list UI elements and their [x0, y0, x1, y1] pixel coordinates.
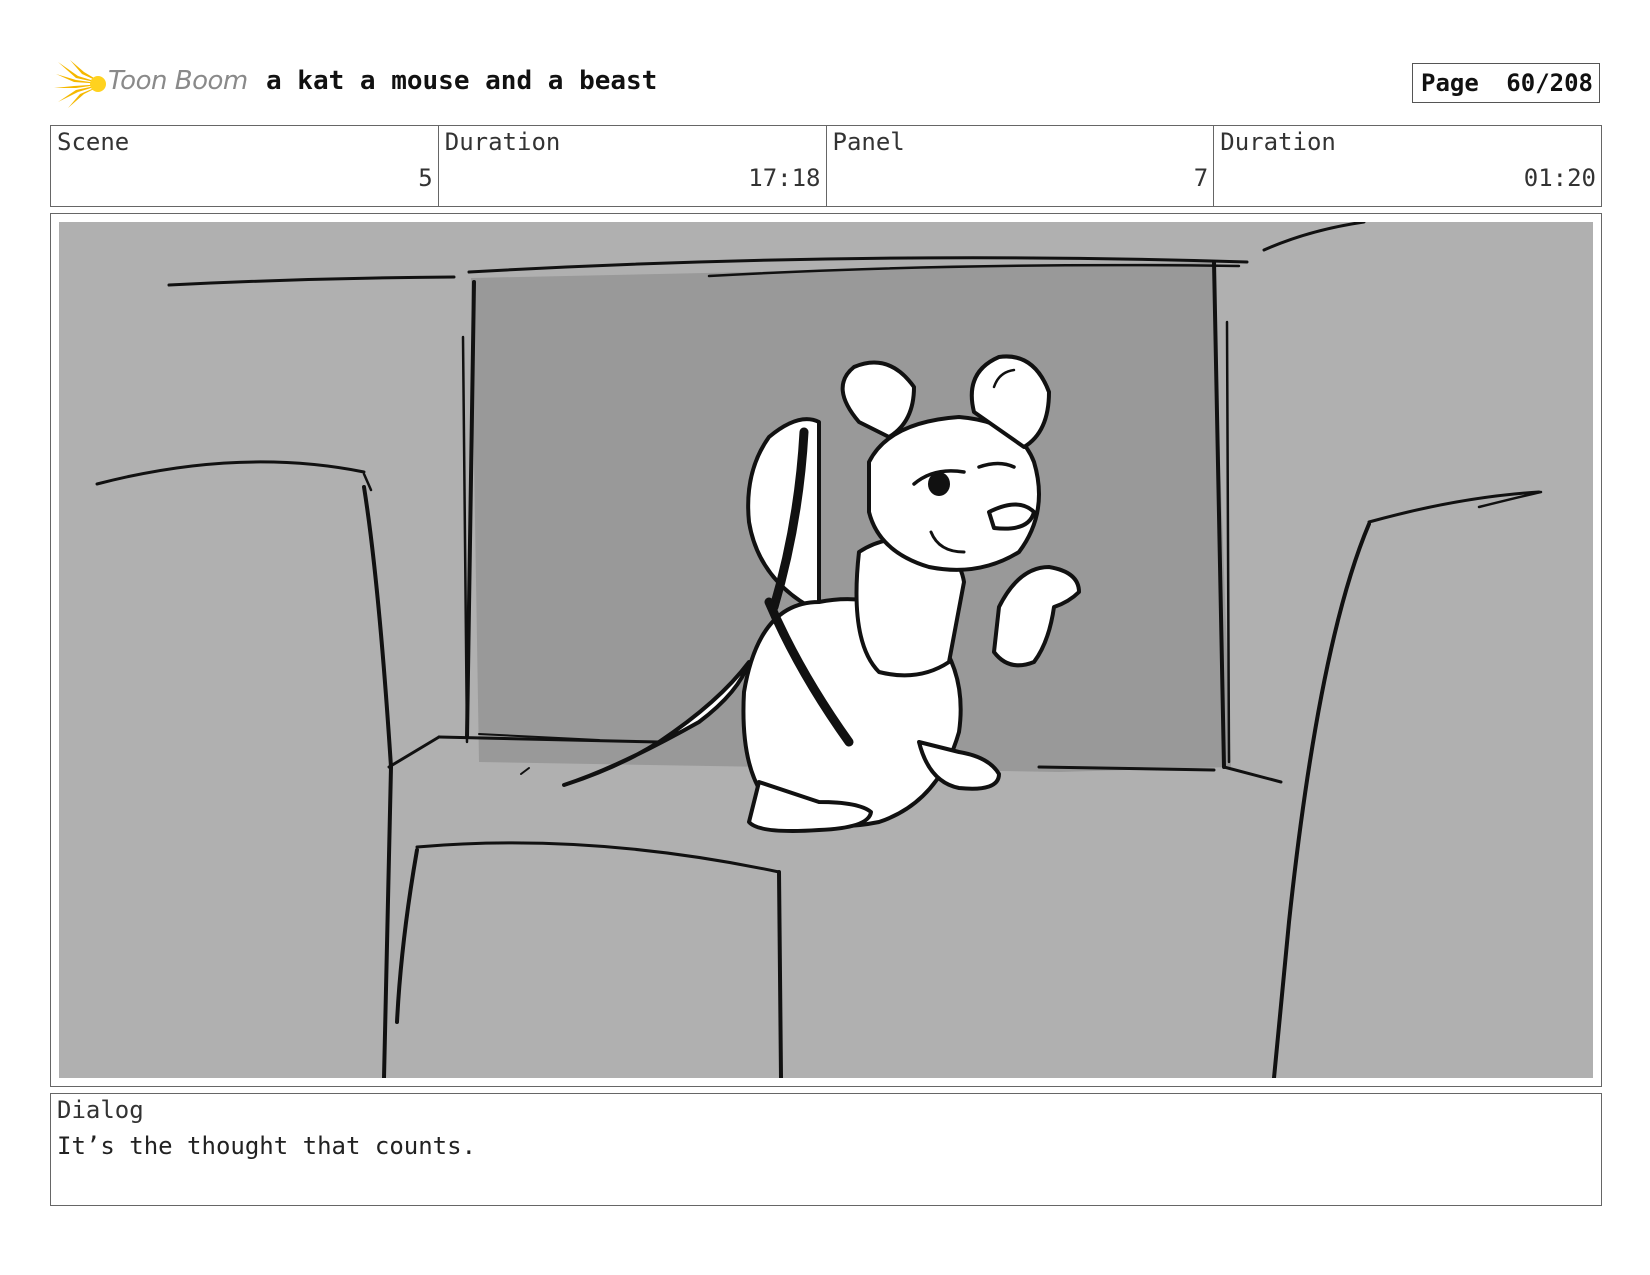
scene-duration-cell: Duration 17:18	[439, 126, 827, 206]
scene-label: Scene	[57, 128, 130, 156]
page-label: Page	[1421, 69, 1479, 97]
dialog-text: It’s the thought that counts.	[57, 1132, 477, 1160]
scene-cell: Scene 5	[51, 126, 439, 206]
panel-sketch	[59, 222, 1593, 1078]
scene-value: 5	[418, 164, 433, 192]
project-title: a kat a mouse and a beast	[266, 66, 658, 96]
panel-cell: Panel 7	[827, 126, 1215, 206]
page-number: 60/208	[1506, 69, 1593, 97]
panel-duration-cell: Duration 01:20	[1214, 126, 1601, 206]
page-indicator: Page 60/208	[1412, 63, 1600, 103]
panel-duration-label: Duration	[1220, 128, 1336, 156]
dialog-box: Dialog It’s the thought that counts.	[50, 1093, 1602, 1206]
brand-name: Toon Boom	[108, 66, 248, 96]
scene-duration-label: Duration	[444, 128, 561, 156]
dialog-label: Dialog	[57, 1096, 144, 1124]
panel-label: Panel	[832, 128, 905, 156]
starburst-icon	[54, 60, 106, 108]
toon-boom-logo: Toon Boom	[54, 58, 254, 110]
panel-duration-value: 01:20	[1523, 164, 1596, 192]
storyboard-header: Toon Boom a kat a mouse and a beast Page…	[54, 56, 1604, 112]
storyboard-panel	[50, 213, 1602, 1087]
panel-value: 7	[1193, 164, 1209, 192]
scene-duration-value: 17:18	[748, 164, 821, 192]
panel-info-row: Scene 5 Duration 17:18 Panel 7 Duration …	[50, 125, 1602, 207]
